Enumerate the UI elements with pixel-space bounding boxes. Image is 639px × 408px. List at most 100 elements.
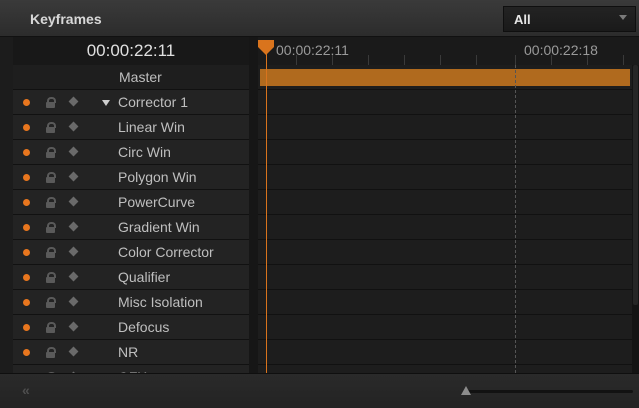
diamond-icon[interactable] [68, 121, 79, 132]
track-label: NR [118, 344, 139, 360]
track-row-master[interactable]: Master [13, 65, 249, 90]
timeline-row[interactable] [258, 140, 639, 165]
ruler-tick [476, 55, 477, 65]
filter-dropdown[interactable]: All [503, 6, 636, 32]
lock-icon[interactable] [46, 297, 56, 308]
diamond-icon[interactable] [68, 96, 79, 107]
playhead-line[interactable] [266, 53, 267, 373]
timeline-row[interactable] [258, 90, 639, 115]
playhead-handle-icon[interactable] [258, 40, 274, 55]
track-row[interactable]: Color Corrector [13, 240, 249, 265]
timeline-rows [258, 65, 639, 373]
track-row[interactable]: Misc Isolation [13, 290, 249, 315]
diamond-icon[interactable] [68, 346, 79, 357]
filter-selected-label: All [514, 12, 531, 27]
keyframe-dot-icon[interactable] [23, 199, 30, 206]
timeline-row[interactable] [258, 265, 639, 290]
track-row[interactable]: OFX [13, 365, 249, 373]
track-row[interactable]: Qualifier [13, 265, 249, 290]
keyframe-dot-icon[interactable] [23, 174, 30, 181]
lock-icon[interactable] [46, 322, 56, 333]
keyframe-dot-icon[interactable] [23, 274, 30, 281]
panel-footer: « [0, 373, 639, 408]
ruler-tick [296, 55, 297, 65]
lock-icon[interactable] [46, 197, 56, 208]
diamond-icon[interactable] [68, 221, 79, 232]
timeline-row[interactable] [258, 340, 639, 365]
track-row[interactable]: Polygon Win [13, 165, 249, 190]
diamond-icon[interactable] [68, 171, 79, 182]
ruler-tick [515, 55, 516, 65]
time-ruler[interactable]: 00:00:22:11 00:00:22:18 [258, 37, 639, 66]
track-label: Polygon Win [118, 169, 197, 185]
track-row-corrector[interactable]: Corrector 1 [13, 90, 249, 115]
timeline-row-master[interactable] [258, 65, 639, 90]
lock-icon[interactable] [46, 147, 56, 158]
collapse-button[interactable]: « [22, 382, 30, 398]
diamond-icon[interactable] [68, 196, 79, 207]
keyframes-panel: Keyframes All 00:00:22:11 Master Correct… [0, 0, 639, 408]
ruler-tick [587, 55, 588, 65]
timeline-row[interactable] [258, 215, 639, 240]
column-divider[interactable] [249, 37, 258, 373]
current-timecode: 00:00:22:11 [13, 37, 249, 66]
ruler-tick [404, 55, 405, 65]
lock-icon[interactable] [46, 122, 56, 133]
track-list: 00:00:22:11 Master Corrector 1 Linear Wi… [13, 37, 249, 373]
timeline[interactable]: 00:00:22:11 00:00:22:18 [258, 37, 639, 373]
track-label: Qualifier [118, 269, 171, 285]
timeline-row[interactable] [258, 115, 639, 140]
track-label: Circ Win [118, 144, 171, 160]
vertical-scrollbar[interactable] [632, 65, 639, 373]
timeline-row[interactable] [258, 365, 639, 373]
lock-icon[interactable] [46, 222, 56, 233]
ruler-tick [623, 55, 624, 65]
track-row[interactable]: Circ Win [13, 140, 249, 165]
track-row[interactable]: PowerCurve [13, 190, 249, 215]
lock-icon[interactable] [46, 97, 56, 108]
diamond-icon[interactable] [68, 321, 79, 332]
track-row[interactable]: Gradient Win [13, 215, 249, 240]
track-label: Misc Isolation [118, 294, 203, 310]
master-keyframe-bar[interactable] [260, 69, 630, 86]
keyframe-dot-icon[interactable] [23, 299, 30, 306]
keyframe-dot-icon[interactable] [23, 124, 30, 131]
timeline-row[interactable] [258, 165, 639, 190]
expand-triangle-icon[interactable] [102, 100, 110, 106]
scrollbar-thumb[interactable] [633, 65, 638, 305]
track-label: PowerCurve [118, 194, 196, 210]
keyframe-dot-icon[interactable] [23, 149, 30, 156]
lock-icon[interactable] [46, 347, 56, 358]
ruler-tick [440, 55, 441, 65]
lock-icon[interactable] [46, 172, 56, 183]
keyframe-dot-icon[interactable] [23, 249, 30, 256]
diamond-icon[interactable] [68, 146, 79, 157]
keyframe-dot-icon[interactable] [23, 99, 30, 106]
diamond-icon[interactable] [68, 271, 79, 282]
track-label: Color Corrector [118, 244, 214, 260]
keyframe-dot-icon[interactable] [23, 224, 30, 231]
track-rows: Master Corrector 1 Linear Win Circ Win Pol… [13, 65, 249, 373]
ruler-tick [368, 55, 369, 65]
track-label: Master [119, 69, 162, 85]
keyframe-dot-icon[interactable] [23, 324, 30, 331]
diamond-icon[interactable] [68, 246, 79, 257]
track-row[interactable]: Linear Win [13, 115, 249, 140]
ruler-tick [332, 55, 333, 65]
track-label: Defocus [118, 319, 170, 335]
timeline-row[interactable] [258, 240, 639, 265]
track-row[interactable]: Defocus [13, 315, 249, 340]
ruler-tick [551, 55, 552, 65]
track-row[interactable]: NR [13, 340, 249, 365]
timeline-row[interactable] [258, 190, 639, 215]
keyframe-dot-icon[interactable] [23, 349, 30, 356]
zoom-slider-knob-icon[interactable] [461, 386, 471, 395]
zoom-slider-track[interactable] [468, 390, 633, 393]
chevron-down-icon [619, 15, 627, 20]
lock-icon[interactable] [46, 272, 56, 283]
lock-icon[interactable] [46, 247, 56, 258]
timeline-row[interactable] [258, 290, 639, 315]
timeline-row[interactable] [258, 315, 639, 340]
track-label: Gradient Win [118, 219, 200, 235]
diamond-icon[interactable] [68, 296, 79, 307]
